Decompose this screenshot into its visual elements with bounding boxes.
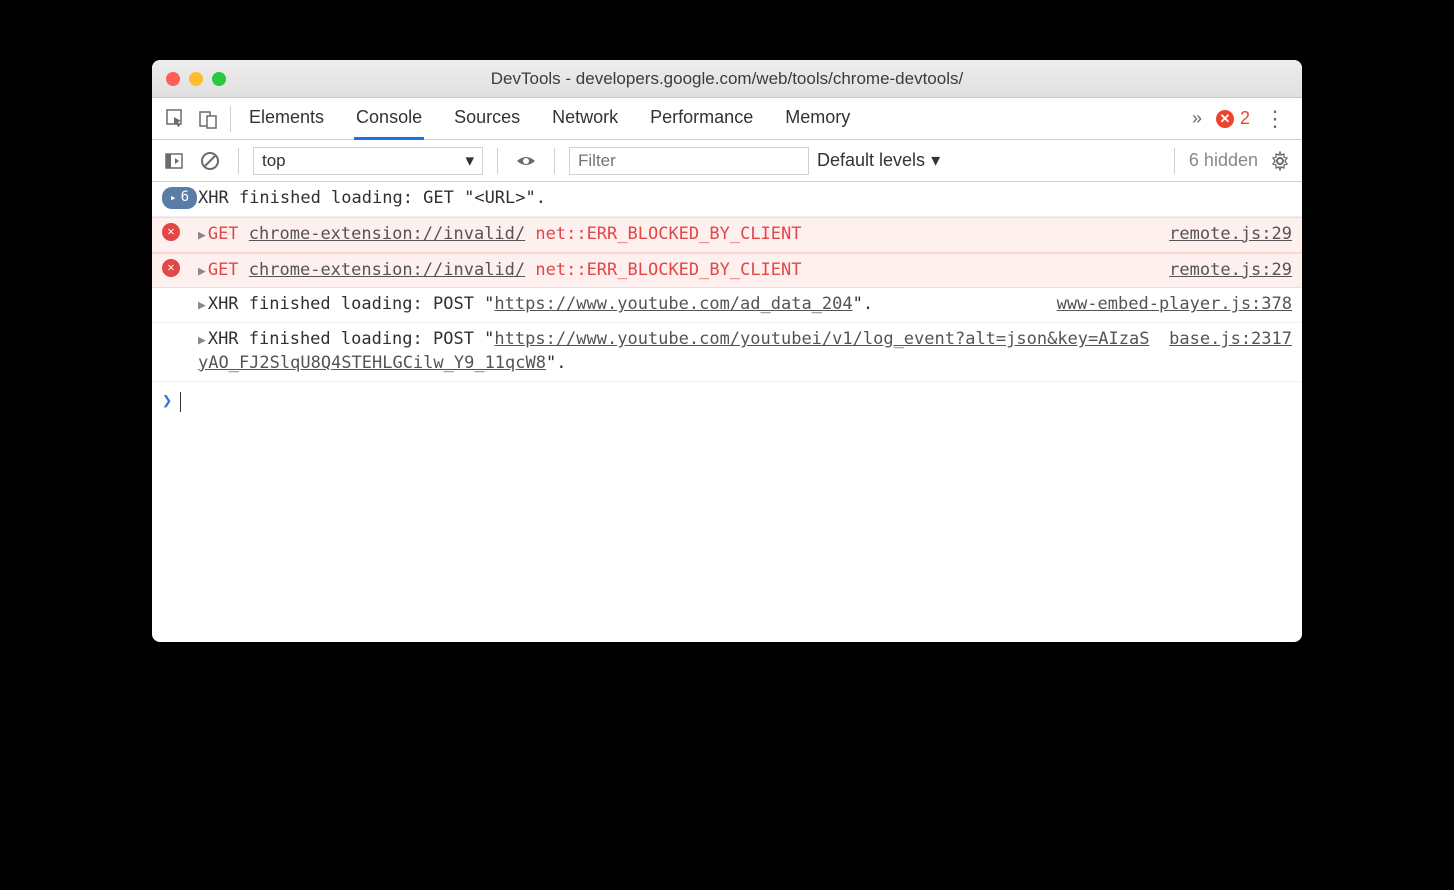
divider (554, 148, 555, 174)
kebab-menu-icon[interactable]: ⋮ (1264, 106, 1288, 132)
request-url[interactable]: https://www.youtube.com/ad_data_204 (494, 294, 852, 314)
live-expression-icon[interactable] (512, 150, 540, 172)
console-body: 6 XHR finished loading: GET "<URL>". ✕ ▶… (152, 182, 1302, 642)
console-prompt[interactable]: ❯ (152, 382, 1302, 422)
divider (230, 106, 231, 132)
error-circle-icon: ✕ (1216, 110, 1234, 128)
window-title: DevTools - developers.google.com/web/too… (164, 69, 1290, 89)
context-select[interactable]: top ▾ (253, 147, 483, 175)
console-toolbar: top ▾ Default levels ▾ 6 hidden (152, 140, 1302, 182)
log-suffix: ". (853, 294, 873, 314)
message-text: XHR finished loading: GET "<URL>". (198, 187, 1292, 211)
filter-input[interactable] (569, 147, 809, 175)
error-code: net::ERR_BLOCKED_BY_CLIENT (535, 224, 801, 244)
request-url[interactable]: chrome-extension://invalid/ (249, 224, 525, 244)
divider (1174, 148, 1175, 174)
tabs-row: Elements Console Sources Network Perform… (152, 98, 1302, 140)
inspect-icon[interactable] (160, 109, 192, 129)
devtools-window: DevTools - developers.google.com/web/too… (152, 60, 1302, 642)
expand-icon[interactable]: ▶ (198, 228, 206, 243)
log-prefix: XHR finished loading: POST " (208, 294, 495, 314)
levels-label: Default levels (817, 150, 925, 171)
http-method: GET (208, 224, 239, 244)
close-button[interactable] (166, 72, 180, 86)
console-message-group[interactable]: 6 XHR finished loading: GET "<URL>". (152, 182, 1302, 217)
titlebar: DevTools - developers.google.com/web/too… (152, 60, 1302, 98)
context-value: top (262, 151, 286, 171)
log-prefix: XHR finished loading: POST " (208, 329, 495, 349)
source-link[interactable]: www-embed-player.js:378 (1057, 293, 1292, 317)
tab-performance[interactable]: Performance (648, 98, 755, 139)
expand-icon[interactable]: ▶ (198, 333, 206, 348)
tab-network[interactable]: Network (550, 98, 620, 139)
traffic-lights (166, 72, 226, 86)
error-badge[interactable]: ✕ 2 (1216, 108, 1250, 129)
error-count: 2 (1240, 108, 1250, 129)
request-url[interactable]: chrome-extension://invalid/ (249, 260, 525, 280)
zoom-button[interactable] (212, 72, 226, 86)
console-message-error[interactable]: ✕ ▶GET chrome-extension://invalid/ net::… (152, 253, 1302, 289)
hidden-count[interactable]: 6 hidden (1189, 150, 1258, 171)
error-code: net::ERR_BLOCKED_BY_CLIENT (535, 260, 801, 280)
expand-icon[interactable]: ▶ (198, 298, 206, 313)
tabs-right: » ✕ 2 ⋮ (1192, 106, 1294, 132)
divider (497, 148, 498, 174)
log-suffix: ". (546, 353, 566, 373)
settings-icon[interactable] (1266, 151, 1294, 171)
console-message-log[interactable]: base.js:2317 ▶XHR finished loading: POST… (152, 323, 1302, 382)
source-link[interactable]: remote.js:29 (1169, 259, 1292, 283)
levels-select[interactable]: Default levels ▾ (817, 150, 940, 171)
divider (238, 148, 239, 174)
repeat-count-pill: 6 (162, 187, 197, 209)
more-tabs-icon[interactable]: » (1192, 108, 1202, 129)
tabs: Elements Console Sources Network Perform… (247, 98, 1192, 139)
console-message-error[interactable]: ✕ ▶GET chrome-extension://invalid/ net::… (152, 217, 1302, 253)
sidebar-toggle-icon[interactable] (160, 151, 188, 171)
console-message-log[interactable]: www-embed-player.js:378 ▶XHR finished lo… (152, 288, 1302, 323)
tab-memory[interactable]: Memory (783, 98, 852, 139)
chevron-down-icon: ▾ (465, 151, 474, 171)
error-icon: ✕ (162, 259, 180, 277)
clear-console-icon[interactable] (196, 151, 224, 171)
http-method: GET (208, 260, 239, 280)
expand-icon[interactable]: ▶ (198, 264, 206, 279)
error-icon: ✕ (162, 223, 180, 241)
source-link[interactable]: base.js:2317 (1169, 328, 1292, 352)
tab-console[interactable]: Console (354, 98, 424, 140)
source-link[interactable]: remote.js:29 (1169, 223, 1292, 247)
prompt-chevron-icon: ❯ (162, 390, 172, 414)
text-caret (180, 392, 181, 412)
console-empty-area[interactable] (152, 422, 1302, 642)
tab-elements[interactable]: Elements (247, 98, 326, 139)
chevron-down-icon: ▾ (931, 150, 940, 171)
minimize-button[interactable] (189, 72, 203, 86)
device-mode-icon[interactable] (192, 109, 224, 129)
tab-sources[interactable]: Sources (452, 98, 522, 139)
